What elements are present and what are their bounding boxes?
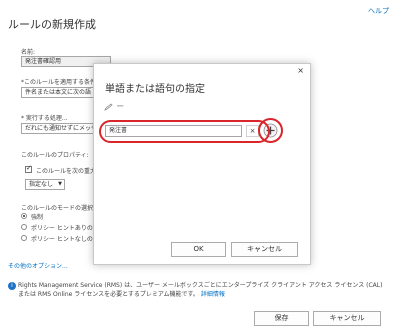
audit-checkbox[interactable] bbox=[25, 164, 32, 173]
condition-label: *このルールを適用する条件 bbox=[21, 79, 97, 86]
mode-radio-test-without-tips[interactable] bbox=[21, 235, 27, 241]
mode-option-test-without-tips: ポリシー ヒントなしのテ bbox=[31, 236, 99, 243]
dialog-cancel-button[interactable]: キャンセル bbox=[231, 242, 298, 257]
mode-option-enforce: 強制 bbox=[31, 214, 44, 221]
cancel-button[interactable]: キャンセル bbox=[313, 311, 381, 326]
info-icon: i bbox=[8, 282, 16, 290]
audit-label: このルールを次の重大 bbox=[36, 168, 97, 175]
mode-label: このルールのモードの選択: bbox=[21, 205, 96, 212]
severity-select[interactable]: 指定なし ▼ bbox=[25, 179, 65, 190]
name-label: 名前: bbox=[21, 49, 36, 56]
save-button[interactable]: 保存 bbox=[254, 311, 309, 326]
more-options-link[interactable]: その他のオプション... bbox=[8, 261, 68, 270]
input-highlight-annotation bbox=[99, 120, 270, 143]
page-title: ルールの新規作成 bbox=[8, 18, 96, 31]
help-link[interactable]: ヘルプ bbox=[368, 6, 389, 16]
mode-radio-enforce[interactable] bbox=[21, 213, 27, 219]
condition-field[interactable]: 件名または本文に次の語 bbox=[21, 87, 101, 98]
severity-value: 指定なし bbox=[29, 181, 54, 188]
mode-option-test-with-tips: ポリシー ヒントありのテ bbox=[31, 225, 99, 232]
pencil-icon[interactable] bbox=[104, 103, 116, 111]
action-label: * 実行する処理... bbox=[21, 115, 68, 122]
dialog-title: 単語または語句の指定 bbox=[105, 84, 205, 95]
learn-more-link[interactable]: 詳細情報 bbox=[201, 291, 225, 298]
rms-info-text: Rights Management Service (RMS) は、ユーザー メ… bbox=[18, 281, 390, 299]
remove-icon[interactable]: − bbox=[116, 102, 124, 112]
mode-radio-test-with-tips[interactable] bbox=[21, 224, 27, 230]
action-field[interactable]: だれにも通知せずにメッセ bbox=[21, 123, 101, 134]
chevron-down-icon: ▼ bbox=[58, 181, 62, 187]
close-icon[interactable]: × bbox=[297, 66, 304, 75]
properties-label: このルールのプロパティ: bbox=[21, 152, 89, 159]
specify-words-dialog: × 単語または語句の指定 − 発注書 × OK キャンセル bbox=[93, 63, 311, 265]
dialog-ok-button[interactable]: OK bbox=[171, 242, 226, 257]
add-button-highlight-annotation bbox=[258, 118, 283, 143]
